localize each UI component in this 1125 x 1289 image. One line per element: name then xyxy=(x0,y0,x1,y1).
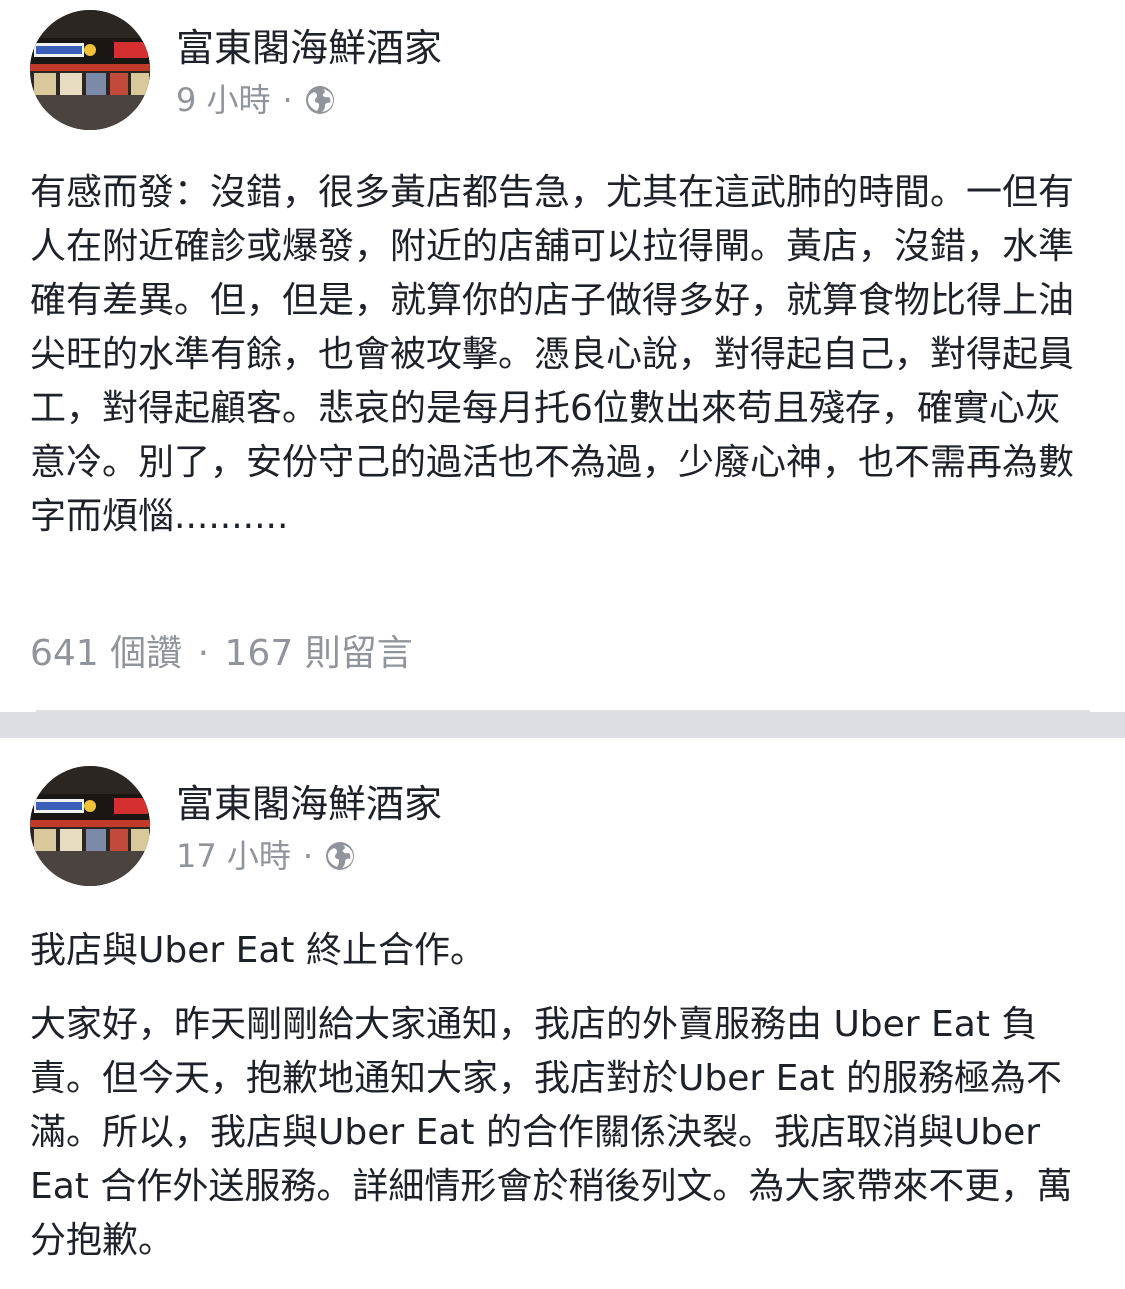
globe-icon xyxy=(326,842,355,870)
post-paragraph: 大家好，昨天剛剛給大家通知，我店的外賣服務由 Uber Eat 負責。但今天，抱… xyxy=(30,1004,1073,1261)
post-paragraph: 有感而發：沒錯，很多黃店都告急，尤其在這武肺的時間。一但有人在附近確診或爆發，附… xyxy=(30,172,1075,537)
feed-separator xyxy=(0,712,1125,738)
likes-count[interactable]: 641 個讚 xyxy=(30,633,182,674)
reactions-separator: · xyxy=(197,633,210,674)
post-body: 我店與Uber Eat 終止合作。 大家好，昨天剛剛給大家通知，我店的外賣服務由… xyxy=(30,924,1095,1268)
post-body: 有感而發：沒錯，很多黃店都告急，尤其在這武肺的時間。一但有人在附近確診或爆發，附… xyxy=(30,166,1095,544)
feed-post: 富東閣海鮮酒家 17 小時 · 我店與Uber Eat 終止合作。 大家好，昨天… xyxy=(0,738,1125,1289)
post-paragraph: 我店與Uber Eat 終止合作。 xyxy=(30,930,486,971)
post-timestamp[interactable]: 17 小時 xyxy=(176,834,291,878)
post-header: 富東閣海鮮酒家 9 小時 · xyxy=(30,10,1090,130)
comments-count[interactable]: 167 則留言 xyxy=(225,633,413,674)
page-name[interactable]: 富東閣海鮮酒家 xyxy=(176,24,442,72)
globe-icon xyxy=(305,86,334,114)
post-header: 富東閣海鮮酒家 17 小時 · xyxy=(30,766,1090,886)
post-meta: 9 小時 · xyxy=(176,78,335,122)
storefront-photo-icon xyxy=(30,10,150,130)
post-meta: 17 小時 · xyxy=(176,834,355,878)
page-avatar[interactable] xyxy=(30,766,150,886)
storefront-photo-icon xyxy=(30,766,150,886)
meta-separator: · xyxy=(282,81,293,119)
page-name[interactable]: 富東閣海鮮酒家 xyxy=(176,780,442,828)
post-timestamp[interactable]: 9 小時 xyxy=(176,78,271,122)
reactions-summary[interactable]: 641 個讚 · 167 則留言 xyxy=(30,630,413,678)
meta-separator: · xyxy=(302,837,314,875)
page-avatar[interactable] xyxy=(30,10,150,130)
feed-post: 富東閣海鮮酒家 9 小時 · 有感而發：沒錯，很多黃店都告急，尤其在這武肺的時間… xyxy=(0,0,1125,712)
